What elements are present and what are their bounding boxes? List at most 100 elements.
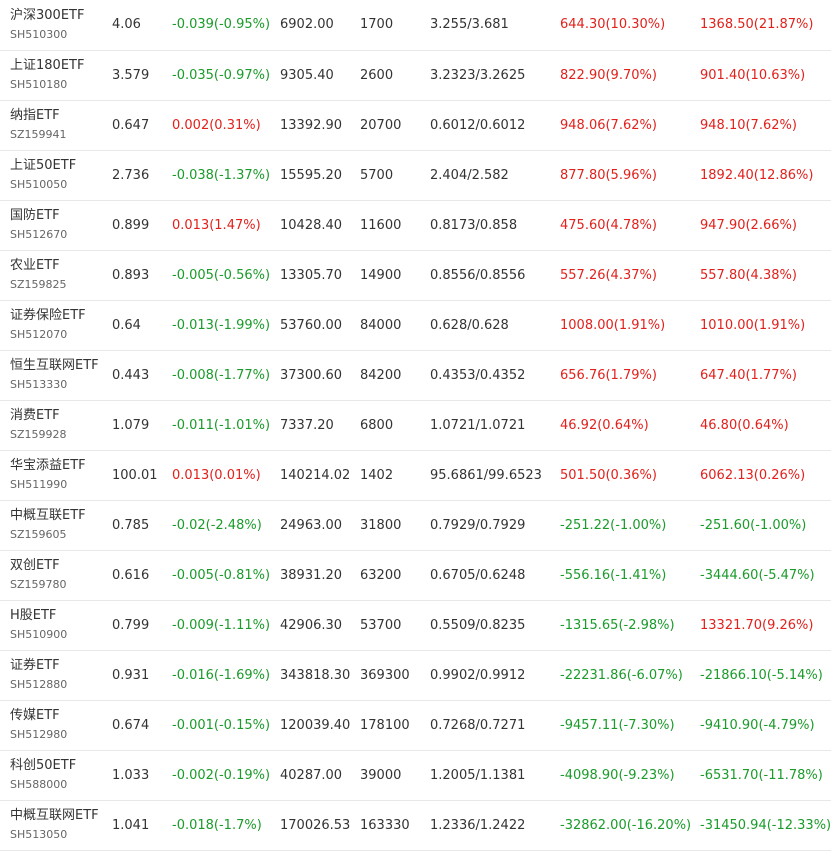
etf-code: SH512880	[10, 678, 68, 691]
etf-name[interactable]: 沪深300ETF	[10, 7, 112, 25]
table-row[interactable]: 纳指ETF SZ159941 0.647 0.002(0.31%) 13392.90 20…	[0, 100, 831, 150]
total-profit-cell: 46.80(0.64%)	[700, 417, 789, 433]
etf-name[interactable]: 纳指ETF	[10, 107, 112, 125]
change-cell: -0.009(-1.11%)	[172, 617, 271, 633]
etf-name-cell[interactable]: 中概互联ETF SZ159605	[0, 500, 112, 550]
etf-name-cell[interactable]: 消费ETF SZ159928	[0, 400, 112, 450]
etf-name-cell[interactable]: 上证180ETF SH510180	[0, 50, 112, 100]
etf-name[interactable]: 传媒ETF	[10, 707, 112, 725]
table-row[interactable]: 华宝添益ETF SH511990 100.01 0.013(0.01%) 140214.…	[0, 450, 831, 500]
etf-name-cell[interactable]: 证券ETF SH512880	[0, 650, 112, 700]
etf-holdings-table: 沪深300ETF SH510300 4.06 -0.039(-0.95%) 6902.0…	[0, 0, 831, 851]
table-row[interactable]: 沪深300ETF SH510300 4.06 -0.039(-0.95%) 6902.0…	[0, 0, 831, 50]
amount-cell: 9305.40	[280, 67, 334, 83]
volume-cell: 2600	[360, 67, 394, 83]
etf-name-cell[interactable]: 双创ETF SZ159780	[0, 550, 112, 600]
table-row[interactable]: 恒生互联网ETF SH513330 0.443 -0.008(-1.77%) 37300…	[0, 350, 831, 400]
volume-cell: 1700	[360, 17, 394, 33]
range-cell: 0.6705/0.6248	[430, 567, 526, 583]
price-cell: 1.041	[112, 817, 150, 833]
price-cell: 2.736	[112, 167, 150, 183]
table-row[interactable]: H股ETF SH510900 0.799 -0.009(-1.11%) 42906.30…	[0, 600, 831, 650]
etf-name-cell[interactable]: 科创50ETF SH588000	[0, 750, 112, 800]
amount-cell: 38931.20	[280, 567, 343, 583]
etf-name-cell[interactable]: H股ETF SH510900	[0, 600, 112, 650]
etf-name[interactable]: 华宝添益ETF	[10, 457, 112, 475]
total-profit-cell: 1368.50(21.87%)	[700, 17, 814, 33]
table-row[interactable]: 科创50ETF SH588000 1.033 -0.002(-0.19%) 40287.…	[0, 750, 831, 800]
table-row[interactable]: 农业ETF SZ159825 0.893 -0.005(-0.56%) 13305.70…	[0, 250, 831, 300]
amount-cell: 40287.00	[280, 767, 343, 783]
volume-cell: 84200	[360, 367, 402, 383]
price-cell: 4.06	[112, 17, 141, 33]
etf-name-cell[interactable]: 国防ETF SH512670	[0, 200, 112, 250]
etf-name[interactable]: 中概互联ETF	[10, 507, 112, 525]
price-cell: 0.799	[112, 617, 150, 633]
amount-cell: 13305.70	[280, 267, 343, 283]
etf-code: SH513330	[10, 378, 68, 391]
price-cell: 0.64	[112, 317, 141, 333]
etf-name[interactable]: 科创50ETF	[10, 757, 112, 775]
table-row[interactable]: 上证50ETF SH510050 2.736 -0.038(-1.37%) 15595.…	[0, 150, 831, 200]
change-cell: -0.039(-0.95%)	[172, 17, 271, 33]
etf-name-cell[interactable]: 农业ETF SZ159825	[0, 250, 112, 300]
profit-cell: -4098.90(-9.23%)	[560, 767, 675, 783]
range-cell: 1.0721/1.0721	[430, 417, 526, 433]
etf-name-cell[interactable]: 华宝添益ETF SH511990	[0, 450, 112, 500]
amount-cell: 15595.20	[280, 167, 343, 183]
etf-name[interactable]: 恒生互联网ETF	[10, 357, 112, 375]
etf-name-cell[interactable]: 传媒ETF SH512980	[0, 700, 112, 750]
etf-name-cell[interactable]: 沪深300ETF SH510300	[0, 0, 112, 50]
etf-name-cell[interactable]: 上证50ETF SH510050	[0, 150, 112, 200]
etf-name[interactable]: 上证50ETF	[10, 157, 112, 175]
price-cell: 0.616	[112, 567, 150, 583]
change-cell: -0.013(-1.99%)	[172, 317, 271, 333]
total-profit-cell: -9410.90(-4.79%)	[700, 717, 815, 733]
price-cell: 0.674	[112, 717, 150, 733]
amount-cell: 120039.40	[280, 717, 351, 733]
etf-name[interactable]: 中概互联网ETF	[10, 807, 112, 825]
total-profit-cell: -251.60(-1.00%)	[700, 517, 807, 533]
change-cell: -0.035(-0.97%)	[172, 67, 271, 83]
etf-name-cell[interactable]: 证券保险ETF SH512070	[0, 300, 112, 350]
etf-name-cell[interactable]: 恒生互联网ETF SH513330	[0, 350, 112, 400]
profit-cell: 948.06(7.62%)	[560, 117, 657, 133]
table-row[interactable]: 国防ETF SH512670 0.899 0.013(1.47%) 10428.40 11…	[0, 200, 831, 250]
profit-cell: -251.22(-1.00%)	[560, 517, 667, 533]
etf-name[interactable]: H股ETF	[10, 607, 112, 625]
volume-cell: 20700	[360, 117, 402, 133]
table-row[interactable]: 消费ETF SZ159928 1.079 -0.011(-1.01%) 7337.20 6…	[0, 400, 831, 450]
table-row[interactable]: 中概互联网ETF SH513050 1.041 -0.018(-1.7%) 170026…	[0, 800, 831, 850]
etf-name[interactable]: 消费ETF	[10, 407, 112, 425]
etf-name[interactable]: 上证180ETF	[10, 57, 112, 75]
table-row[interactable]: 中概互联ETF SZ159605 0.785 -0.02(-2.48%) 24963.0…	[0, 500, 831, 550]
range-cell: 0.5509/0.8235	[430, 617, 526, 633]
amount-cell: 37300.60	[280, 367, 343, 383]
table-row[interactable]: 证券ETF SH512880 0.931 -0.016(-1.69%) 343818.3…	[0, 650, 831, 700]
total-profit-cell: 6062.13(0.26%)	[700, 467, 806, 483]
table-row[interactable]: 传媒ETF SH512980 0.674 -0.001(-0.15%) 120039.4…	[0, 700, 831, 750]
etf-name[interactable]: 证券ETF	[10, 657, 112, 675]
profit-cell: -9457.11(-7.30%)	[560, 717, 675, 733]
profit-cell: -556.16(-1.41%)	[560, 567, 667, 583]
change-cell: -0.011(-1.01%)	[172, 417, 271, 433]
etf-name[interactable]: 双创ETF	[10, 557, 112, 575]
change-cell: -0.002(-0.19%)	[172, 767, 271, 783]
profit-cell: 822.90(9.70%)	[560, 67, 657, 83]
total-profit-cell: -31450.94(-12.33%)	[700, 817, 831, 833]
price-cell: 1.033	[112, 767, 150, 783]
total-profit-cell: 947.90(2.66%)	[700, 217, 797, 233]
table-row[interactable]: 上证180ETF SH510180 3.579 -0.035(-0.97%) 9305.…	[0, 50, 831, 100]
volume-cell: 6800	[360, 417, 394, 433]
etf-name-cell[interactable]: 纳指ETF SZ159941	[0, 100, 112, 150]
table-row[interactable]: 双创ETF SZ159780 0.616 -0.005(-0.81%) 38931.20…	[0, 550, 831, 600]
etf-name[interactable]: 农业ETF	[10, 257, 112, 275]
range-cell: 1.2336/1.2422	[430, 817, 526, 833]
amount-cell: 42906.30	[280, 617, 343, 633]
etf-name[interactable]: 国防ETF	[10, 207, 112, 225]
range-cell: 0.628/0.628	[430, 317, 509, 333]
etf-name-cell[interactable]: 中概互联网ETF SH513050	[0, 800, 112, 850]
etf-name[interactable]: 证券保险ETF	[10, 307, 112, 325]
table-row[interactable]: 证券保险ETF SH512070 0.64 -0.013(-1.99%) 53760.0…	[0, 300, 831, 350]
volume-cell: 14900	[360, 267, 402, 283]
